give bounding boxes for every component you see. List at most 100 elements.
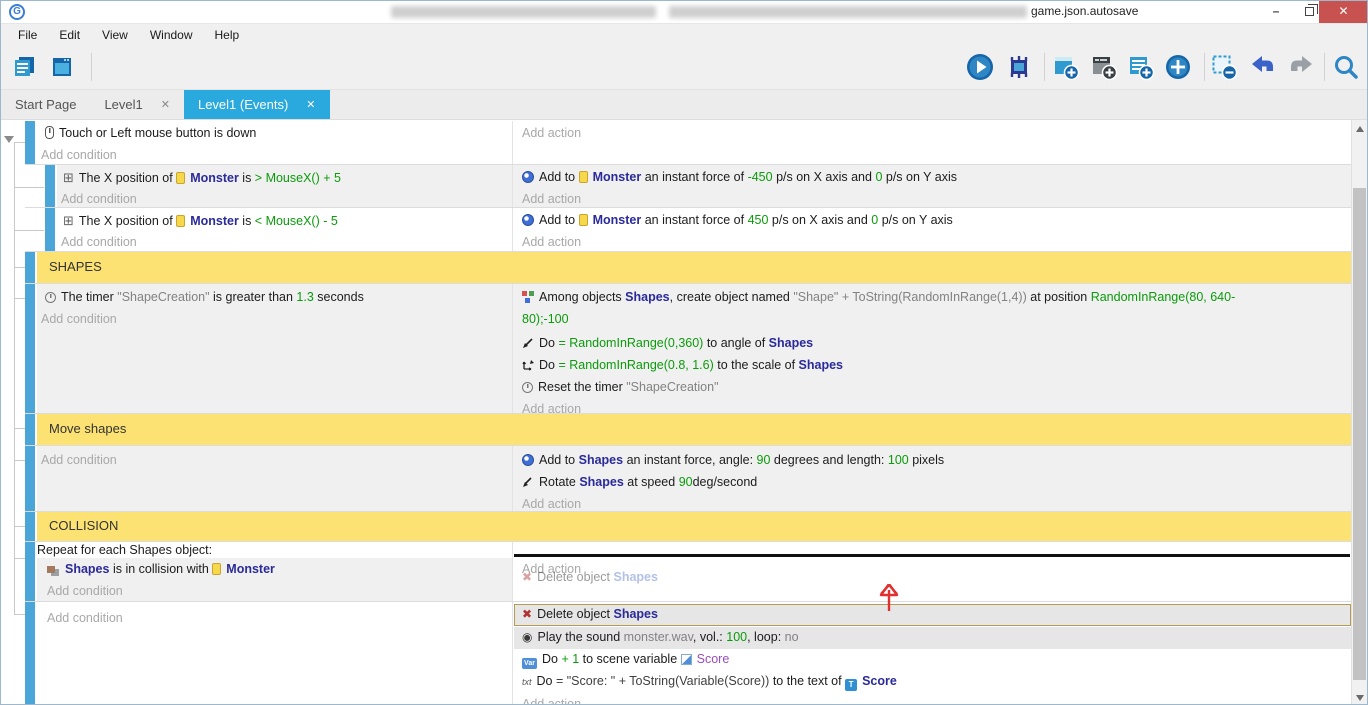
event-bar: [25, 602, 35, 705]
comment-move-shapes[interactable]: Move shapes: [25, 414, 1352, 446]
tree-tick: [14, 526, 25, 527]
monster-object-icon: [176, 172, 185, 184]
add-action-link[interactable]: Add action: [522, 696, 581, 705]
scroll-down-icon[interactable]: [1356, 695, 1364, 701]
scene-variable-icon: [681, 654, 692, 665]
scrollbar-thumb[interactable]: [1353, 188, 1366, 680]
project-manager-icon[interactable]: [9, 52, 39, 82]
condition-touch[interactable]: Touch or Left mouse button is down: [45, 125, 256, 142]
tree-tick: [14, 298, 25, 299]
comment-bg: [37, 414, 1352, 445]
timer-icon: [45, 292, 56, 303]
action-set-angle[interactable]: Do = RandomInRange(0,360) to angle of Sh…: [522, 335, 813, 352]
menu-window[interactable]: Window: [139, 24, 204, 46]
add-subevent-icon[interactable]: [1089, 52, 1119, 82]
preview-play-icon[interactable]: [965, 52, 995, 82]
delete-event-icon[interactable]: [1209, 52, 1239, 82]
add-condition-link[interactable]: Add condition: [41, 311, 117, 328]
event-bar: [45, 208, 55, 251]
close-tab-icon[interactable]: ✕: [161, 98, 170, 111]
column-divider: [512, 542, 513, 601]
menu-view[interactable]: View: [91, 24, 139, 46]
action-rotate-shapes[interactable]: Rotate Shapes at speed 90deg/second: [522, 474, 757, 491]
add-action-link[interactable]: Add action: [522, 496, 581, 513]
search-icon[interactable]: [1331, 52, 1361, 82]
comment-collision[interactable]: COLLISION: [25, 512, 1352, 542]
event-bar: [25, 414, 35, 445]
action-force-left[interactable]: Add to Monster an instant force of -450 …: [522, 169, 957, 186]
toolbar-separator: [1044, 53, 1045, 81]
collapse-arrow-icon[interactable]: [4, 136, 14, 143]
add-other-icon[interactable]: [1163, 52, 1193, 82]
add-action-link[interactable]: Add action: [522, 191, 581, 208]
comment-text: Move shapes: [49, 421, 126, 436]
add-condition-link[interactable]: Add condition: [47, 610, 123, 627]
debug-icon[interactable]: [1004, 52, 1034, 82]
text-action-icon: txt: [522, 674, 532, 691]
action-reset-timer[interactable]: Reset the timer "ShapeCreation": [522, 379, 719, 396]
event-shape-creation[interactable]: The timer "ShapeCreation" is greater tha…: [25, 284, 1352, 414]
repeat-header[interactable]: Repeat for each Shapes object:: [37, 542, 212, 559]
comment-bg: [37, 252, 1352, 283]
action-set-text[interactable]: txtDo = "Score: " + ToString(Variable(Sc…: [522, 673, 897, 691]
column-divider: [512, 602, 513, 705]
condition-xposition[interactable]: ⊞The X position of Monster is < MouseX()…: [63, 212, 338, 230]
action-increment-variable[interactable]: VarDo + 1 to scene variable Score: [522, 651, 729, 669]
undo-icon[interactable]: [1248, 52, 1278, 82]
menubar: File Edit View Window Help: [1, 23, 1367, 45]
create-object-icon: [522, 291, 534, 303]
condition-timer[interactable]: The timer "ShapeCreation" is greater tha…: [45, 289, 364, 306]
action-set-scale[interactable]: Do = RandomInRange(0.8, 1.6) to the scal…: [522, 357, 843, 374]
app-window: G game.json.autosave – ✕ File Edit View …: [0, 0, 1368, 705]
add-action-link[interactable]: Add action: [522, 234, 581, 251]
tab-level1-events[interactable]: Level1 (Events) ✕: [184, 90, 330, 119]
add-condition-link[interactable]: Add condition: [41, 452, 117, 469]
event-repeat-foreach[interactable]: Repeat for each Shapes object: Shapes is…: [25, 542, 1352, 602]
add-comment-icon[interactable]: [1126, 52, 1156, 82]
tab-level1[interactable]: Level1 ✕: [90, 90, 184, 119]
menu-edit[interactable]: Edit: [48, 24, 91, 46]
scroll-up-icon[interactable]: [1356, 126, 1364, 132]
tabbar: Start Page Level1 ✕ Level1 (Events) ✕: [1, 89, 1367, 119]
add-condition-link[interactable]: Add condition: [41, 147, 117, 164]
event-touch[interactable]: Touch or Left mouse button is down Add c…: [25, 121, 1352, 165]
add-condition-link[interactable]: Add condition: [61, 191, 137, 208]
menu-file[interactable]: File: [7, 24, 48, 46]
subevent-move-left[interactable]: ⊞The X position of Monster is > MouseX()…: [25, 165, 1352, 208]
add-action-link[interactable]: Add action: [522, 125, 581, 142]
action-create-object[interactable]: Among objects Shapes, create object name…: [522, 289, 1235, 306]
action-create-object-wrap[interactable]: 80);-100: [522, 311, 569, 328]
app-logo-icon: G: [9, 4, 25, 20]
event-bar: [25, 512, 35, 541]
action-delete-shapes[interactable]: ✖Delete object Shapes: [522, 606, 658, 623]
action-play-sound[interactable]: ◉Play the sound monster.wav, vol.: 100, …: [522, 629, 799, 646]
event-collision-actions[interactable]: Add condition ✖Delete object Shapes ◉Pla…: [25, 602, 1352, 705]
redo-icon[interactable]: [1286, 52, 1316, 82]
add-event-icon[interactable]: [1051, 52, 1081, 82]
close-button[interactable]: ✕: [1319, 1, 1368, 23]
comment-shapes[interactable]: SHAPES: [25, 252, 1352, 284]
comment-text: SHAPES: [49, 259, 102, 274]
menu-help[interactable]: Help: [204, 24, 251, 46]
tree-tick: [14, 460, 25, 461]
toolbar-separator: [1324, 53, 1325, 81]
minimize-button[interactable]: –: [1259, 1, 1293, 23]
add-condition-link[interactable]: Add condition: [47, 583, 123, 600]
action-force-shapes[interactable]: Add to Shapes an instant force, angle: 9…: [522, 452, 944, 469]
event-bar: [25, 252, 35, 283]
drop-indicator-line: [514, 554, 1350, 557]
condition-collision[interactable]: Shapes is in collision with Monster: [47, 561, 275, 578]
scene-editor-icon[interactable]: [47, 52, 77, 82]
event-move-shapes[interactable]: Add condition Add to Shapes an instant f…: [25, 446, 1352, 512]
vertical-scrollbar[interactable]: [1351, 120, 1367, 705]
condition-xposition[interactable]: ⊞The X position of Monster is > MouseX()…: [63, 169, 341, 187]
tab-label: Level1: [104, 97, 142, 112]
monster-object-icon: [579, 171, 588, 183]
action-force-right[interactable]: Add to Monster an instant force of 450 p…: [522, 212, 953, 229]
tree-line: [14, 142, 15, 615]
close-tab-icon[interactable]: ✕: [306, 98, 315, 111]
subevent-move-right[interactable]: ⊞The X position of Monster is < MouseX()…: [25, 208, 1352, 252]
add-condition-link[interactable]: Add condition: [61, 234, 137, 251]
position-icon: ⊞: [63, 170, 74, 185]
tab-start-page[interactable]: Start Page: [1, 90, 90, 119]
